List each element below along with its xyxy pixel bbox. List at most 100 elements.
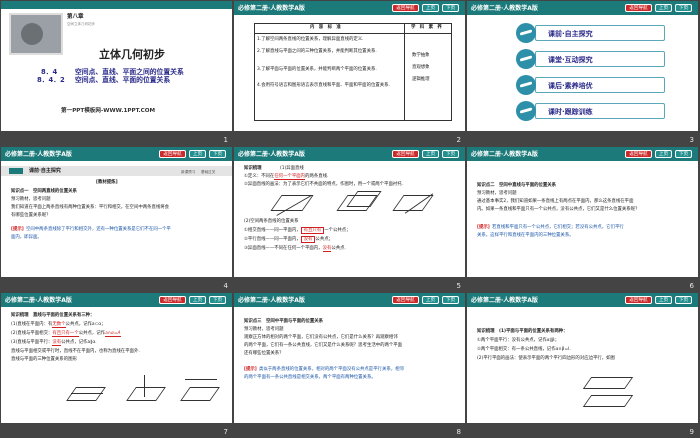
text-line: 直线与平面的三种位置关系的图形 [11, 357, 77, 362]
line-figure [185, 379, 217, 380]
text-segment: 公共点，记作 [78, 331, 106, 336]
text-segment: (1)直线在平面内：有 [11, 322, 53, 327]
slide-thumbnail-9[interactable]: 必修第二册·人教数学A版 返回导航 上页 下页 知识梳理 (1)平面与平面的位置… [466, 292, 699, 438]
main-title: 立体几何初步 [99, 48, 165, 61]
back-nav-button[interactable]: 返回导航 [392, 150, 419, 158]
slide-number: 4 [223, 282, 228, 290]
slide-number: 7 [223, 428, 228, 436]
header-title: 必修第二册·人教数学A版 [5, 151, 72, 158]
slide-canvas: 必修第二册·人教数学A版 返回导航 上页 下页 知识梳理 (1)平面与平面的位置… [467, 293, 698, 423]
table-row: 4.会用符号语言和图形语言表示直线和平面、平面和平面的位置关系. [257, 83, 390, 88]
section-1-number: 8．4 [41, 68, 58, 76]
prev-page-button[interactable]: 上页 [422, 150, 439, 158]
back-nav-button[interactable]: 返回导航 [392, 296, 419, 304]
hint-label: [提示] [11, 227, 24, 232]
back-nav-button[interactable]: 返回导航 [625, 296, 652, 304]
text-line: 还有哪些位置关系？ [244, 351, 284, 356]
text-line: ①定义：不同在任何一个平面内的两条直线. [244, 174, 328, 181]
text-segment: ②平行直线——同一平面内， [244, 237, 301, 242]
next-page-button[interactable]: 下页 [442, 296, 459, 304]
text-line: ②两个平面相交：有一条公共直线，记作α∩β=l. [477, 347, 571, 352]
table-header-skills: 学 科 素 养 [411, 25, 442, 30]
fill-in-answer: 没有 [300, 236, 316, 243]
back-nav-button[interactable]: 返回导航 [392, 4, 419, 12]
text-segment: 公共点； [315, 237, 333, 242]
next-page-button[interactable]: 下页 [209, 150, 226, 158]
slide-number: 2 [456, 136, 461, 144]
table-row: 3.了解平面与平面的位置关系，并能判断两个平面的位置关系. [257, 67, 377, 72]
table-header-content: 内 容 标 准 [310, 25, 341, 30]
prev-page-button[interactable]: 上页 [655, 4, 672, 12]
menu-item-label: 课堂·互动探究 [548, 56, 593, 64]
next-page-button[interactable]: 下页 [442, 4, 459, 12]
subsection-heading: [教材提炼] [96, 180, 118, 185]
next-page-button[interactable]: 下页 [675, 296, 692, 304]
table-divider [404, 23, 405, 121]
text-line: 预习教材，思考问题 [477, 191, 517, 196]
prev-page-button[interactable]: 上页 [655, 296, 672, 304]
header-title: 必修第二册·人教数学A版 [471, 5, 538, 12]
section-heading: 知识梳理 直线与平面的位置关系有三种： [11, 313, 95, 318]
text-line: 的两个平面，它们有一条公共直线，它们又是什么关系呢？思考生活中的两个平面 [244, 343, 403, 348]
menu-item-in-class[interactable]: 课堂·互动探究 [516, 49, 665, 69]
next-page-button[interactable]: 下页 [675, 150, 692, 158]
section-1-title: 空间点、直线、平面之间的位置关系 [75, 68, 184, 76]
prev-page-button[interactable]: 上页 [189, 150, 206, 158]
menu-item-training[interactable]: 课时·跟踪训练 [516, 101, 665, 121]
slide-number: 1 [223, 136, 228, 144]
section-heading: 知识梳理 [244, 166, 262, 171]
section-icon [516, 101, 536, 121]
section-title: 课前·自主探究 [29, 168, 61, 174]
slide-thumbnail-3[interactable]: 必修第二册·人教数学A版 返回导航 上页 下页 课前·自主探究 课堂·互动探究 … [466, 0, 699, 146]
back-nav-button[interactable]: 返回导航 [159, 296, 186, 304]
plane-figure [346, 191, 382, 207]
slide-canvas: 必修第二册·人教数学A版 返回导航 上页 下页 课前·自主探究 新课预习 基础过… [1, 147, 232, 277]
slide-thumbnail-5[interactable]: 必修第二册·人教数学A版 返回导航 上页 下页 知识梳理 (1)异面直线 ①定义… [233, 146, 466, 292]
prev-page-button[interactable]: 上页 [422, 296, 439, 304]
header-title: 必修第二册·人教数学A版 [471, 297, 538, 304]
slide-thumbnail-7[interactable]: 必修第二册·人教数学A版 返回导航 上页 下页 知识梳理 直线与平面的位置关系有… [0, 292, 233, 438]
text-line: ②平行直线——同一平面内， 没有 公共点； [244, 236, 333, 244]
section-icon [516, 75, 536, 95]
text-segment: 公共点，记作a⊂α； [65, 322, 106, 327]
slide-thumbnail-4[interactable]: 必修第二册·人教数学A版 返回导航 上页 下页 课前·自主探究 新课预习 基础过… [0, 146, 233, 292]
slide-header: 必修第二册·人教数学A版 返回导航 上页 下页 [1, 147, 232, 161]
fill-in-answer: 有且只有 [300, 227, 325, 234]
knowledge-point: 知识点二 空间中直线与平面的位置关系 [477, 183, 557, 188]
architecture-icon [21, 23, 43, 45]
text-segment: ①定义：不同在 [244, 174, 275, 179]
section-heading: 知识梳理 (1)平面与平面的位置关系有两种： [477, 329, 568, 334]
section-marker [9, 168, 23, 174]
next-page-button[interactable]: 下页 [442, 150, 459, 158]
back-nav-button[interactable]: 返回导航 [625, 4, 652, 12]
text-segment: 一个公共点； [324, 228, 351, 233]
next-page-button[interactable]: 下页 [209, 296, 226, 304]
text-line: ②异面直线的画法：为了表示它们不共面的特点，作图时，用一个或两个平面衬托. [244, 182, 404, 187]
prev-page-button[interactable]: 上页 [189, 296, 206, 304]
back-nav-button[interactable]: 返回导航 [159, 150, 186, 158]
next-page-button[interactable]: 下页 [675, 4, 692, 12]
slide-thumbnail-8[interactable]: 必修第二册·人教数学A版 返回导航 上页 下页 知识点三 空间中平面与平面的位置… [233, 292, 466, 438]
menu-item-pre-class[interactable]: 课前·自主探究 [516, 23, 665, 43]
back-nav-button[interactable]: 返回导航 [625, 150, 652, 158]
section-tag: 基础过关 [201, 170, 216, 174]
slide-canvas: 必修第二册·人教数学A版 返回导航 上页 下页 知识点二 空间中直线与平面的位置… [467, 147, 698, 277]
slide-number: 9 [689, 428, 694, 436]
slide-canvas: 必修第二册·人教数学A版 返回导航 上页 下页 知识点三 空间中平面与平面的位置… [234, 293, 465, 423]
text-line: 我们知道在平面上两条直线有两种位置关系：平行和相交，在空间中两条直线将会 [11, 205, 170, 210]
slide-header: 必修第二册·人教数学A版 返回导航 上页 下页 [234, 293, 465, 307]
table-divider [254, 33, 452, 34]
table-row: 2.了解直线与平面之间的三种位置关系，并能判断其位置关系. [257, 49, 377, 54]
prev-page-button[interactable]: 上页 [422, 4, 439, 12]
plane-figure [582, 377, 634, 389]
slide-thumbnail-2[interactable]: 必修第二册·人教数学A版 返回导航 上页 下页 内 容 标 准 学 科 素 养 … [233, 0, 466, 146]
menu-item-after-class[interactable]: 课后·素养培优 [516, 75, 665, 95]
prev-page-button[interactable]: 上页 [655, 150, 672, 158]
slide-thumbnail-6[interactable]: 必修第二册·人教数学A版 返回导航 上页 下页 知识点二 空间中直线与平面的位置… [466, 146, 699, 292]
slide-canvas: 必修第二册·人教数学A版 返回导航 上页 下页 知识梳理 (1)异面直线 ①定义… [234, 147, 465, 277]
slide-thumbnail-1[interactable]: 第八章 空间立体几何初步 立体几何初步 8．4 空间点、直线、平面之间的位置关系… [0, 0, 233, 146]
chapter-image [9, 13, 63, 55]
chapter-label: 第八章 [67, 14, 84, 20]
chapter-subtitle: 空间立体几何初步 [67, 22, 95, 26]
text-segment: ③异面直线——不同在任何一个平面内， [244, 246, 323, 251]
